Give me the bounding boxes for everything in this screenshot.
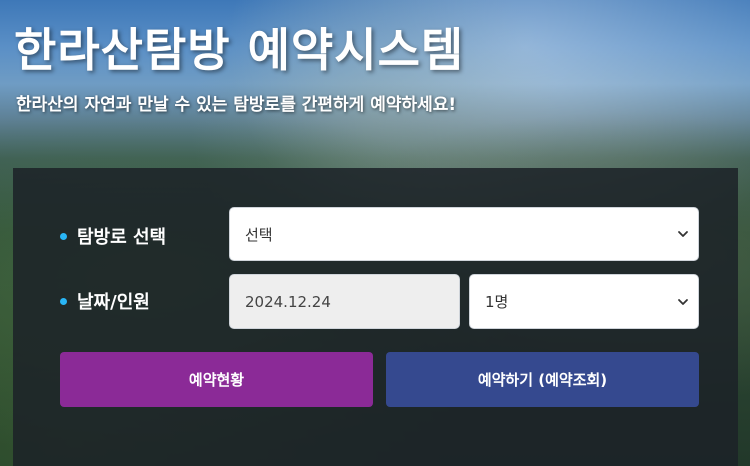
reservation-status-button[interactable]: 예약현황: [60, 352, 373, 407]
date-field[interactable]: 2024.12.24: [229, 274, 460, 329]
date-people-label-row: 날짜/인원: [60, 288, 150, 314]
chevron-down-icon: [678, 231, 688, 237]
route-label-row: 탐방로 선택: [60, 223, 166, 249]
page-title: 한라산탐방 예약시스템: [14, 23, 465, 77]
bullet-dot-icon: [60, 297, 67, 305]
route-select[interactable]: 선택: [229, 207, 699, 261]
bullet-dot-icon: [60, 232, 67, 240]
people-select-value: 1명: [485, 293, 509, 311]
date-people-label: 날짜/인원: [77, 292, 150, 313]
people-select[interactable]: 1명: [469, 274, 699, 329]
date-value: 2024.12.24: [245, 292, 331, 311]
reserve-button[interactable]: 예약하기 (예약조회): [386, 352, 699, 407]
chevron-down-icon: [678, 298, 688, 305]
route-select-value: 선택: [245, 225, 273, 244]
page-subtitle: 한라산의 자연과 만날 수 있는 탐방로를 간편하게 예약하세요!: [16, 95, 457, 115]
route-label: 탐방로 선택: [77, 227, 167, 248]
